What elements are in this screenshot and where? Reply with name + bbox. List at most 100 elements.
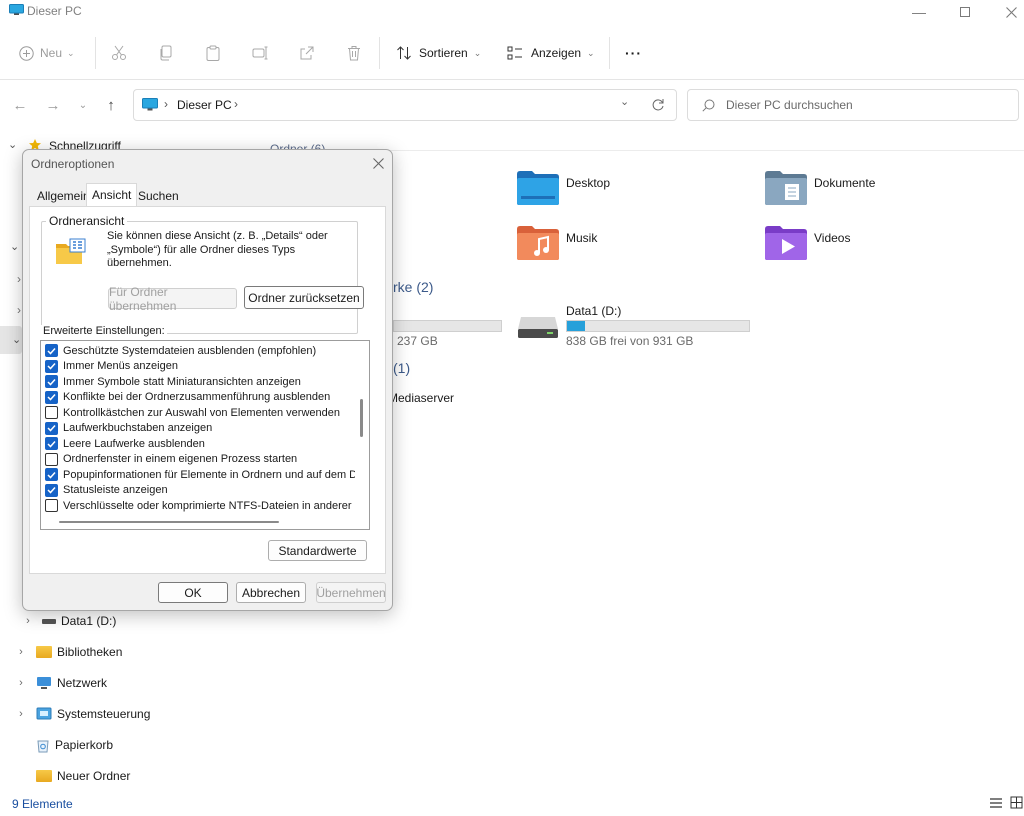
chevron-down-icon[interactable]: ⌄ (12, 333, 21, 346)
music-folder-icon[interactable] (517, 225, 559, 261)
sidebar-item-network[interactable]: › Netzwerk (0, 668, 245, 698)
group-header-network[interactable]: (1) (393, 360, 410, 376)
maximize-button[interactable] (942, 0, 988, 24)
search-icon (702, 99, 715, 112)
ok-button[interactable]: OK (158, 582, 228, 603)
horizontal-scrollbar[interactable] (41, 515, 369, 529)
check-icon (47, 487, 56, 494)
option-row[interactable]: Immer Menüs anzeigen (45, 359, 178, 375)
sidebar-item-libraries[interactable]: › Bibliotheken (0, 637, 245, 667)
chevron-right-icon[interactable]: › (17, 272, 21, 286)
option-row[interactable]: Kontrollkästchen zur Auswahl von Element… (45, 405, 340, 421)
group-title: Ordneransicht (46, 214, 128, 228)
drive-icon[interactable] (517, 315, 559, 339)
checkbox-checked[interactable] (45, 483, 58, 497)
advanced-settings-list[interactable]: Geschützte Systemdateien ausblenden (emp… (40, 340, 370, 530)
up-button[interactable]: ↑ (101, 95, 121, 115)
folder-label-videos[interactable]: Videos (814, 231, 850, 245)
more-options-button[interactable]: ··· (625, 41, 642, 65)
minimize-icon: — (912, 4, 926, 20)
monitor-icon (9, 4, 24, 15)
documents-folder-icon[interactable] (765, 170, 807, 206)
drive-d-usage-bar (566, 320, 750, 332)
copy-icon[interactable] (158, 45, 174, 61)
chevron-right-icon[interactable]: › (15, 677, 27, 689)
checkbox-checked[interactable] (45, 468, 58, 482)
sidebar-item-new-folder[interactable]: Neuer Ordner (0, 761, 245, 791)
tab-view[interactable]: Ansicht (86, 183, 138, 206)
option-row[interactable]: Immer Symbole statt Miniaturansichten an… (45, 374, 301, 390)
option-row[interactable]: Verschlüsselte oder komprimierte NTFS-Da… (45, 498, 352, 514)
checkbox-checked[interactable] (45, 359, 58, 373)
option-label: Kontrollkästchen zur Auswahl von Element… (63, 406, 340, 419)
option-row[interactable]: Laufwerkbuchstaben anzeigen (45, 421, 212, 437)
sort-label: Sortieren (419, 46, 468, 60)
checkbox-unchecked[interactable] (45, 406, 58, 420)
share-icon[interactable] (299, 45, 315, 61)
apply-to-folders-button[interactable]: Für Ordner übernehmen (108, 285, 237, 313)
checkbox-checked[interactable] (45, 437, 58, 451)
chevron-down-icon[interactable]: ⌄ (620, 95, 629, 108)
checkbox-unchecked[interactable] (45, 499, 58, 513)
rename-icon[interactable] (252, 45, 268, 61)
tiles-view-icon[interactable] (1010, 796, 1023, 809)
checkbox-checked[interactable] (45, 390, 58, 404)
check-icon (47, 471, 56, 479)
option-row[interactable]: Geschützte Systemdateien ausblenden (emp… (45, 343, 316, 359)
option-row[interactable]: Statusleiste anzeigen (45, 483, 168, 499)
address-bar[interactable]: › Dieser PC › ⌄ (133, 89, 677, 121)
close-window-button[interactable] (988, 0, 1024, 24)
defaults-button[interactable]: Standardwerte (268, 540, 367, 561)
checkbox-unchecked[interactable] (45, 452, 58, 466)
reset-folders-button[interactable]: Ordner zurücksetzen (244, 286, 364, 309)
refresh-icon[interactable] (651, 98, 665, 112)
chevron-down-icon[interactable]: ⌄ (8, 138, 17, 151)
sidebar-item-recycle-bin[interactable]: Papierkorb (0, 730, 245, 760)
option-row[interactable]: Leere Laufwerke ausblenden (45, 436, 205, 452)
cancel-button[interactable]: Abbrechen (236, 582, 306, 603)
group-header-drives[interactable]: rke (2) (393, 279, 433, 295)
checkbox-checked[interactable] (45, 375, 58, 389)
option-row[interactable]: Konflikte bei der Ordnerzusammenführung … (45, 390, 330, 406)
scrollbar-thumb[interactable] (59, 521, 279, 523)
minimize-button[interactable]: — (896, 0, 942, 24)
option-row[interactable]: Popupinformationen für Elemente in Ordne… (45, 467, 357, 483)
chevron-right-icon[interactable]: › (17, 303, 21, 317)
checkbox-checked[interactable] (45, 421, 58, 435)
checkbox-checked[interactable] (45, 344, 58, 358)
details-view-icon[interactable] (989, 797, 1003, 809)
tab-search[interactable]: Suchen (133, 186, 184, 206)
drive-d-label[interactable]: Data1 (D:) (566, 304, 621, 318)
chevron-down-icon[interactable]: ⌄ (10, 240, 19, 253)
option-row[interactable]: Ordnerfenster in einem eigenen Prozess s… (45, 452, 297, 468)
folder-label-music[interactable]: Musik (566, 231, 597, 245)
paste-icon[interactable] (205, 45, 221, 61)
breadcrumb-separator-icon: › (234, 97, 238, 111)
chevron-right-icon[interactable]: › (22, 615, 34, 627)
new-button[interactable]: Neu ⌄ (19, 41, 75, 65)
sidebar-item-control-panel[interactable]: › Systemsteuerung (0, 699, 245, 729)
arrow-left-icon: ← (12, 96, 28, 114)
option-label: Popupinformationen für Elemente in Ordne… (63, 468, 358, 481)
chevron-right-icon[interactable]: › (15, 646, 27, 658)
close-icon[interactable] (373, 158, 384, 169)
forward-button[interactable]: → (43, 95, 63, 115)
desktop-folder-icon[interactable] (517, 170, 559, 206)
chevron-right-icon[interactable]: › (15, 708, 27, 720)
recent-locations-button[interactable]: ⌄ (73, 95, 93, 115)
delete-icon[interactable] (346, 45, 362, 61)
breadcrumb-item[interactable]: Dieser PC (177, 98, 232, 112)
vertical-scrollbar[interactable] (355, 341, 369, 515)
sidebar-item-label: Bibliotheken (57, 645, 123, 659)
scrollbar-thumb[interactable] (360, 399, 363, 437)
folder-label-documents[interactable]: Dokumente (814, 176, 875, 190)
cut-icon[interactable] (111, 45, 127, 61)
view-button[interactable]: Anzeigen ⌄ (507, 41, 595, 65)
back-button[interactable]: ← (10, 95, 30, 115)
videos-folder-icon[interactable] (765, 225, 807, 261)
search-box[interactable]: Dieser PC durchsuchen (687, 89, 1019, 121)
sort-button[interactable]: Sortieren ⌄ (396, 41, 481, 65)
network-item-mediaserver[interactable]: Mediaserver (388, 391, 454, 405)
folder-label-desktop[interactable]: Desktop (566, 176, 610, 190)
apply-button[interactable]: Übernehmen (316, 582, 386, 603)
